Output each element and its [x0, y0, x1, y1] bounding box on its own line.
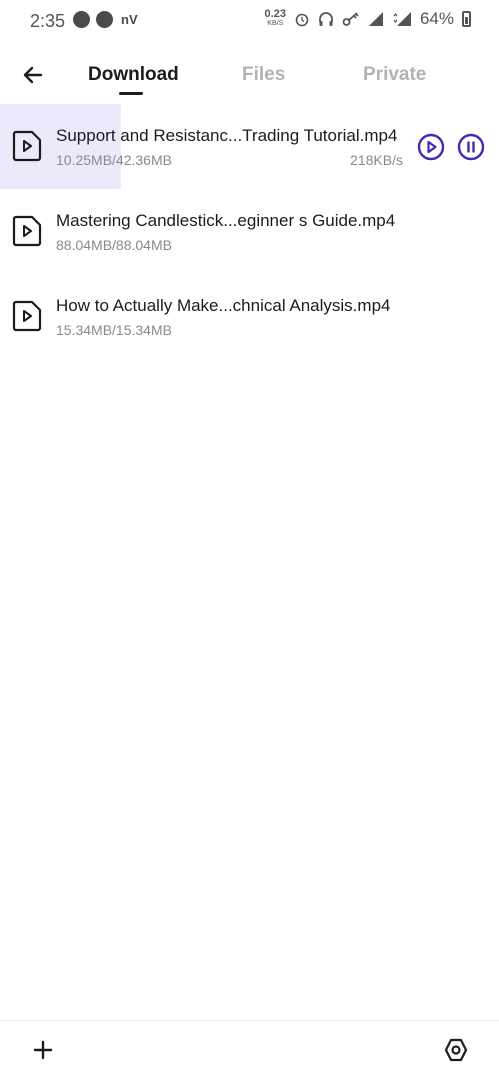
download-item[interactable]: How to Actually Make...chnical Analysis.…	[0, 274, 499, 359]
download-speed: 218KB/s	[350, 152, 403, 168]
hexagon-settings-icon[interactable]	[443, 1037, 469, 1063]
network-speed-value: 0.23	[264, 8, 286, 20]
download-list: Support and Resistanc...Trading Tutorial…	[0, 104, 499, 359]
app-notification-icon	[73, 11, 90, 28]
tab-private[interactable]: Private	[363, 64, 426, 86]
video-file-icon	[12, 300, 42, 332]
file-name: Support and Resistanc...Trading Tutorial…	[56, 126, 398, 145]
play-circle-icon[interactable]	[417, 133, 445, 161]
back-arrow-icon[interactable]	[18, 60, 48, 90]
status-bar: 2:35 nV 0.23 KB/S 64%	[0, 0, 499, 44]
download-item[interactable]: Mastering Candlestick...eginner s Guide.…	[0, 189, 499, 274]
bottom-bar	[0, 1020, 499, 1081]
headphones-icon	[319, 12, 333, 26]
file-size: 15.34MB/15.34MB	[56, 322, 172, 338]
plus-icon[interactable]	[30, 1037, 56, 1063]
alarm-icon	[295, 13, 309, 27]
signal-icon	[368, 12, 383, 26]
file-name: How to Actually Make...chnical Analysis.…	[56, 296, 391, 315]
video-file-icon	[12, 215, 42, 247]
key-icon	[342, 12, 359, 26]
browser-notification-icon	[96, 11, 113, 28]
status-time: 2:35	[30, 11, 66, 31]
signal-4g-icon	[393, 12, 411, 26]
video-file-icon	[12, 130, 42, 162]
network-speed-unit: KB/S	[267, 20, 284, 27]
status-left-icons: nV	[73, 11, 138, 28]
battery-icon	[462, 11, 471, 27]
file-size: 10.25MB/42.36MB	[56, 152, 172, 168]
carrier-label: nV	[121, 12, 138, 27]
file-name: Mastering Candlestick...eginner s Guide.…	[56, 211, 396, 230]
status-right-icons: 0.23 KB/S 64%	[265, 9, 471, 29]
file-size: 88.04MB/88.04MB	[56, 237, 172, 253]
tab-files[interactable]: Files	[242, 64, 285, 86]
pause-circle-icon[interactable]	[457, 133, 485, 161]
header: Download Files Private	[0, 50, 499, 100]
battery-percent: 64%	[419, 9, 454, 28]
tab-download[interactable]: Download	[88, 64, 179, 86]
active-tab-indicator	[119, 92, 143, 95]
download-item[interactable]: Support and Resistanc...Trading Tutorial…	[0, 104, 499, 189]
network-speed: 0.23 KB/S	[265, 9, 286, 29]
